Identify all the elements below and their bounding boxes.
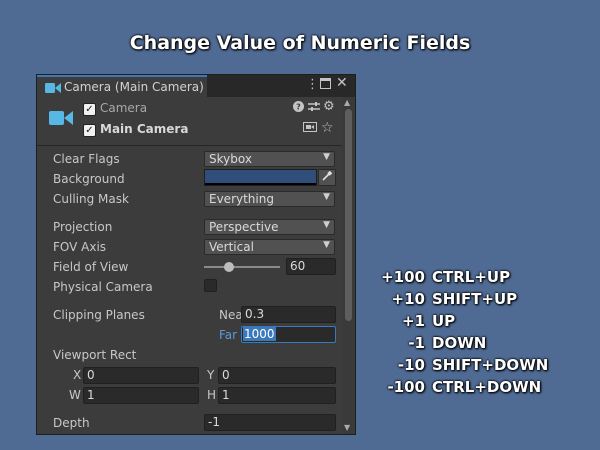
- shortcut-amount: +10: [391, 290, 425, 308]
- near-value: 0.3: [245, 307, 265, 321]
- viewport-rect-label: Viewport Rect: [53, 348, 137, 362]
- physical-camera-checkbox[interactable]: [204, 279, 217, 292]
- projection-value: Perspective: [209, 220, 279, 234]
- scroll-up-icon[interactable]: ▲: [344, 98, 350, 107]
- viewport-w-input[interactable]: 1: [83, 387, 199, 404]
- inspector-panel: Camera (Main Camera) ⋮ ✕ ✓ Camera ✓ Main…: [36, 74, 356, 435]
- field-of-view-label: Field of View: [53, 260, 129, 274]
- viewport-h-label: H: [207, 388, 217, 402]
- shortcut-amount: -100: [387, 378, 425, 396]
- chevron-down-icon: ▼: [323, 152, 330, 162]
- viewport-w-value: 1: [87, 388, 95, 402]
- maximize-icon[interactable]: [320, 78, 331, 93]
- background-color-field[interactable]: [204, 169, 317, 186]
- culling-mask-value: Everything: [209, 192, 274, 206]
- close-icon[interactable]: ✕: [336, 75, 348, 91]
- fov-slider-track[interactable]: [204, 266, 280, 268]
- shortcut-keys: CTRL+UP: [432, 268, 511, 286]
- fov-axis-label: FOV Axis: [53, 240, 107, 254]
- scroll-down-icon[interactable]: ▼: [344, 423, 350, 432]
- shortcut-amount: -1: [408, 334, 425, 352]
- shortcut-amount: -10: [397, 356, 425, 374]
- fov-value: 60: [290, 259, 306, 273]
- fov-axis-value: Vertical: [209, 240, 254, 254]
- clipping-planes-label: Clipping Planes: [53, 308, 145, 322]
- svg-text:?: ?: [296, 103, 301, 112]
- shortcut-keys: CTRL+DOWN: [432, 378, 542, 396]
- active-checkbox[interactable]: ✓: [83, 124, 96, 137]
- camera-icon: [45, 82, 61, 97]
- shortcut-keys: SHIFT+DOWN: [432, 356, 549, 374]
- viewport-y-label: Y: [207, 368, 215, 382]
- chevron-down-icon: ▼: [323, 220, 330, 230]
- gear-icon[interactable]: ⚙: [323, 99, 335, 114]
- far-input[interactable]: 1000: [241, 326, 336, 343]
- component-header: ✓ Camera ✓ Main Camera ? ⚙ ☆: [37, 97, 342, 146]
- fov-axis-dropdown[interactable]: Vertical ▼: [204, 239, 335, 255]
- shortcut-keys: DOWN: [432, 334, 487, 352]
- presets-icon[interactable]: [308, 101, 320, 115]
- gizmo-icon[interactable]: [303, 122, 317, 137]
- shortcut-amount: +1: [401, 312, 425, 330]
- fov-slider-handle[interactable]: [224, 262, 235, 272]
- far-value: 1000: [243, 327, 276, 341]
- star-icon[interactable]: ☆: [321, 120, 334, 136]
- viewport-y-value: 0: [222, 368, 230, 382]
- viewport-x-label: X: [73, 368, 82, 382]
- clear-flags-value: Skybox: [209, 152, 252, 166]
- camera-enabled-checkbox[interactable]: ✓: [83, 103, 96, 116]
- far-label: Far: [219, 328, 238, 342]
- viewport-w-label: W: [69, 388, 81, 402]
- component-name: Camera: [100, 101, 148, 115]
- tab-label: Camera (Main Camera): [64, 80, 204, 94]
- depth-input[interactable]: -1: [204, 414, 336, 431]
- tab-bar: Camera (Main Camera) ⋮ ✕: [37, 75, 355, 97]
- culling-mask-dropdown[interactable]: Everything ▼: [204, 191, 335, 207]
- object-name: Main Camera: [100, 122, 189, 136]
- kebab-menu-icon[interactable]: ⋮: [306, 77, 319, 92]
- viewport-x-input[interactable]: 0: [83, 367, 199, 384]
- clear-flags-dropdown[interactable]: Skybox ▼: [204, 151, 335, 167]
- viewport-h-value: 1: [222, 388, 230, 402]
- culling-mask-label: Culling Mask: [53, 192, 129, 206]
- viewport-x-value: 0: [87, 368, 95, 382]
- viewport-h-input[interactable]: 1: [218, 387, 336, 404]
- chevron-down-icon: ▼: [323, 192, 330, 202]
- viewport-y-input[interactable]: 0: [218, 367, 336, 384]
- depth-value: -1: [208, 415, 220, 429]
- projection-dropdown[interactable]: Perspective ▼: [204, 219, 335, 235]
- depth-label: Depth: [53, 416, 90, 430]
- camera-component-icon: [49, 109, 73, 130]
- chevron-down-icon: ▼: [323, 240, 330, 250]
- physical-camera-label: Physical Camera: [53, 280, 153, 294]
- near-input[interactable]: 0.3: [241, 306, 336, 323]
- eyedropper-icon[interactable]: [318, 169, 336, 186]
- shortcut-amount: +100: [381, 268, 425, 286]
- shortcut-keys: UP: [432, 312, 456, 330]
- help-icon[interactable]: ?: [293, 101, 304, 115]
- tab-camera[interactable]: Camera (Main Camera): [37, 75, 207, 97]
- shortcut-keys: SHIFT+UP: [432, 290, 518, 308]
- clear-flags-label: Clear Flags: [53, 152, 120, 166]
- page-title: Change Value of Numeric Fields: [129, 32, 471, 54]
- background-label: Background: [53, 172, 125, 186]
- projection-label: Projection: [53, 220, 113, 234]
